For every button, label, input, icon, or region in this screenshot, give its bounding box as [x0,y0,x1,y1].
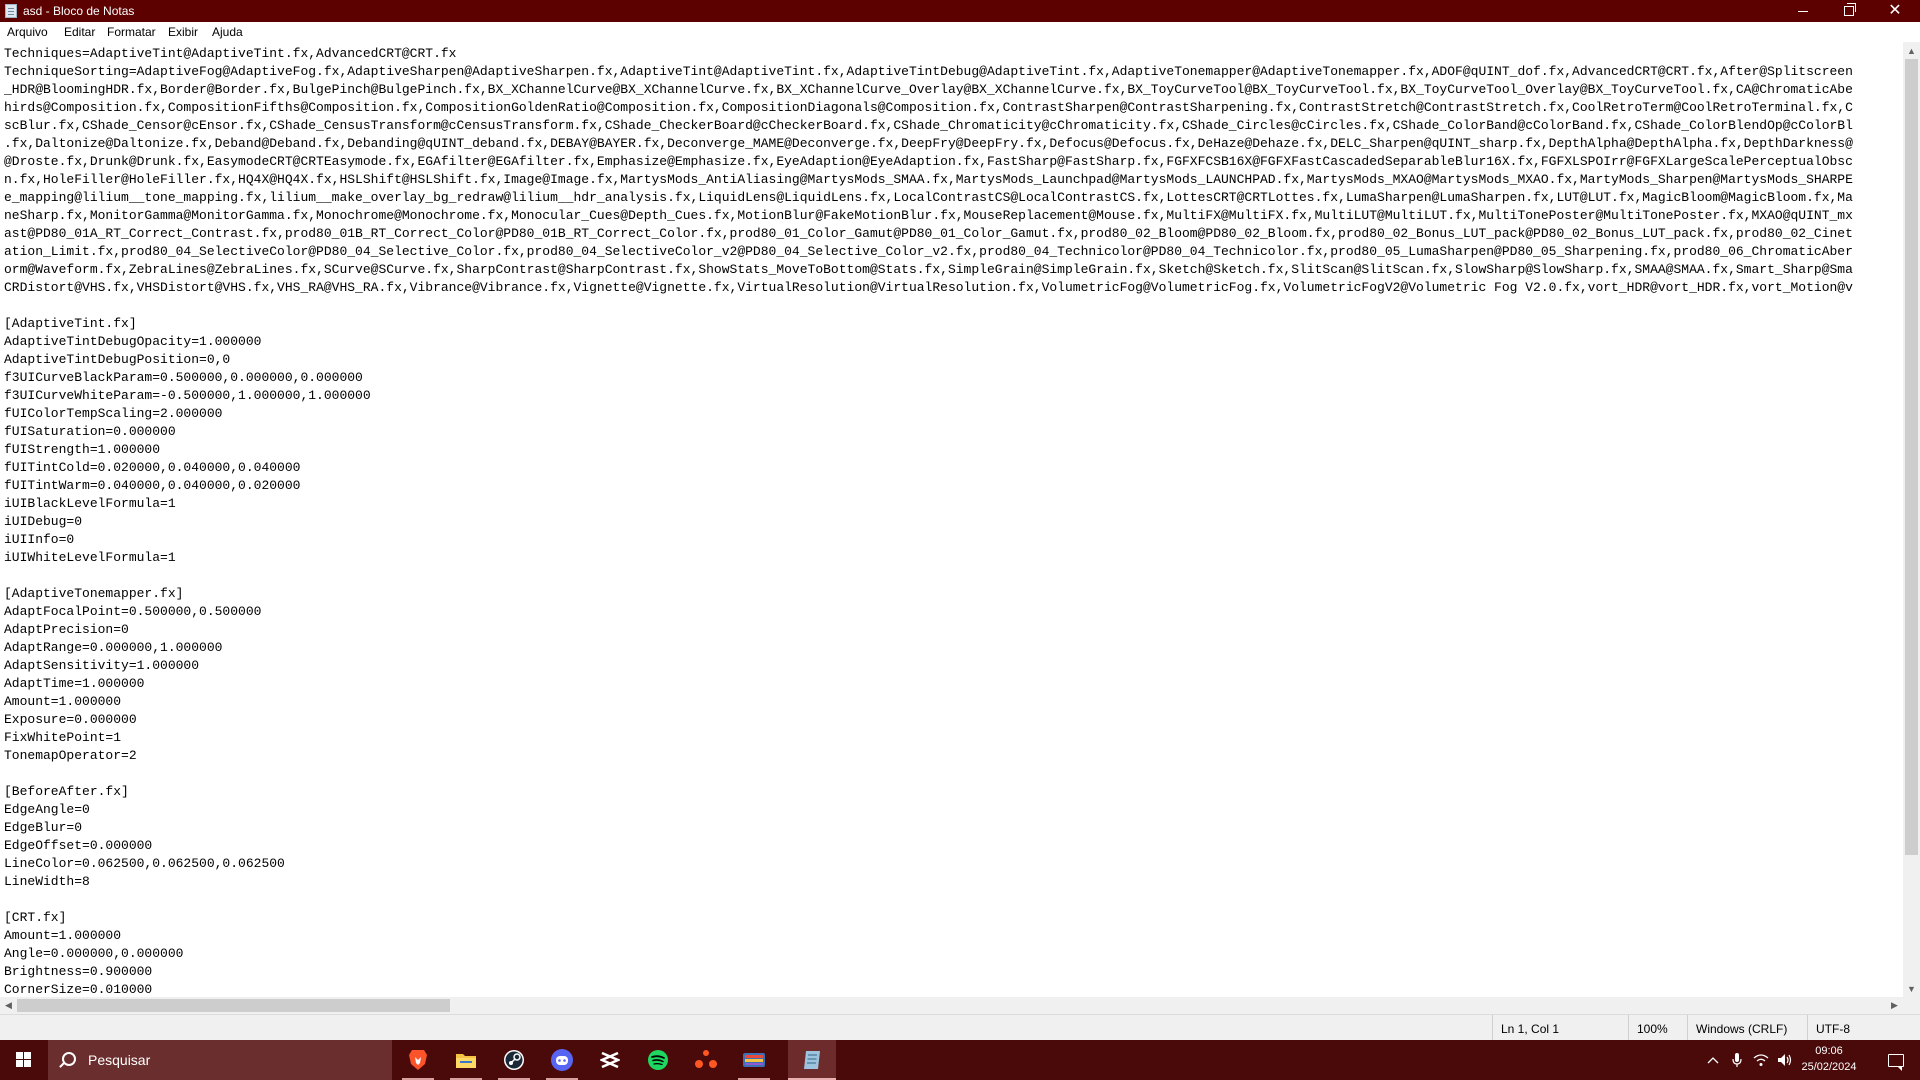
menu-exibir[interactable]: Exibir [168,25,198,39]
start-button[interactable] [0,1040,48,1080]
taskbar-app-notepad[interactable] [788,1040,836,1080]
menu-ajuda[interactable]: Ajuda [212,25,243,39]
title-bar[interactable]: asd - Bloco de Notas ✕ [0,0,1920,22]
taskbar-clock[interactable]: 09:06 25/02/2024 [1800,1040,1858,1080]
scroll-up-icon[interactable]: ▲ [1903,42,1920,59]
menu-editar[interactable]: Editar [64,25,95,39]
taskbar-app-spotify[interactable] [634,1040,682,1080]
spotify-icon [648,1050,668,1070]
scroll-right-icon[interactable]: ▶ [1886,997,1903,1014]
wifi-icon [1753,1054,1769,1066]
vertical-scrollbar[interactable]: ▲ ▼ [1903,42,1920,997]
brave-browser-icon [409,1050,427,1070]
minimize-icon [1798,10,1808,12]
taskbar-search[interactable]: Pesquisar [48,1040,392,1080]
vertical-scroll-thumb[interactable] [1905,59,1918,855]
clock-date: 25/02/2024 [1801,1061,1857,1073]
volume-icon [1778,1054,1792,1066]
scrollbar-corner [1903,997,1920,1014]
game-launcher-icon [743,1053,765,1067]
taskbar-app-brave[interactable] [394,1040,442,1080]
notepad-icon [5,4,17,18]
horizontal-scrollbar[interactable]: ◀ ▶ [0,997,1903,1014]
maximize-button[interactable] [1826,0,1872,22]
tray-volume[interactable] [1774,1040,1796,1080]
notification-icon [1888,1053,1904,1071]
window-title: asd - Bloco de Notas [23,4,135,18]
search-placeholder: Pesquisar [88,1052,151,1068]
document-text[interactable]: Techniques=AdaptiveTint@AdaptiveTint.fx,… [4,45,1853,997]
notepad-icon [804,1051,820,1069]
discord-icon [551,1049,573,1071]
taskbar-app-steam[interactable] [490,1040,538,1080]
capcut-icon [600,1051,620,1069]
taskbar-app-dots[interactable] [682,1040,730,1080]
search-icon [62,1052,76,1066]
chevron-up-icon [1707,1057,1719,1064]
taskbar-app-explorer[interactable] [442,1040,490,1080]
app-dots-icon [695,1050,717,1068]
menu-formatar[interactable]: Formatar [107,25,156,39]
clock-time: 09:06 [1815,1045,1843,1057]
scroll-left-icon[interactable]: ◀ [0,997,17,1014]
taskbar-app-discord[interactable] [538,1040,586,1080]
menu-bar: Arquivo Editar Formatar Exibir Ajuda [0,22,1920,42]
steam-icon [504,1050,524,1070]
microphone-icon [1732,1053,1742,1067]
taskbar-app-launcher[interactable] [730,1040,778,1080]
text-editor[interactable]: Techniques=AdaptiveTint@AdaptiveTint.fx,… [0,42,1903,997]
tray-overflow-button[interactable] [1702,1040,1724,1080]
tray-network[interactable] [1750,1040,1772,1080]
windows-start-icon [16,1052,32,1068]
close-button[interactable]: ✕ [1872,0,1918,22]
notification-center-button[interactable] [1872,1040,1920,1080]
menu-arquivo[interactable]: Arquivo [7,25,48,39]
file-explorer-icon [456,1054,476,1068]
maximize-icon [1844,3,1856,16]
tray-microphone[interactable] [1726,1040,1748,1080]
close-icon: ✕ [1888,2,1902,19]
minimize-button[interactable] [1780,0,1826,22]
scroll-down-icon[interactable]: ▼ [1903,980,1920,997]
taskbar: Pesquisar 09:06 25/02/2024 [0,1040,1920,1080]
horizontal-scroll-thumb[interactable] [17,999,450,1012]
taskbar-app-capcut[interactable] [586,1040,634,1080]
